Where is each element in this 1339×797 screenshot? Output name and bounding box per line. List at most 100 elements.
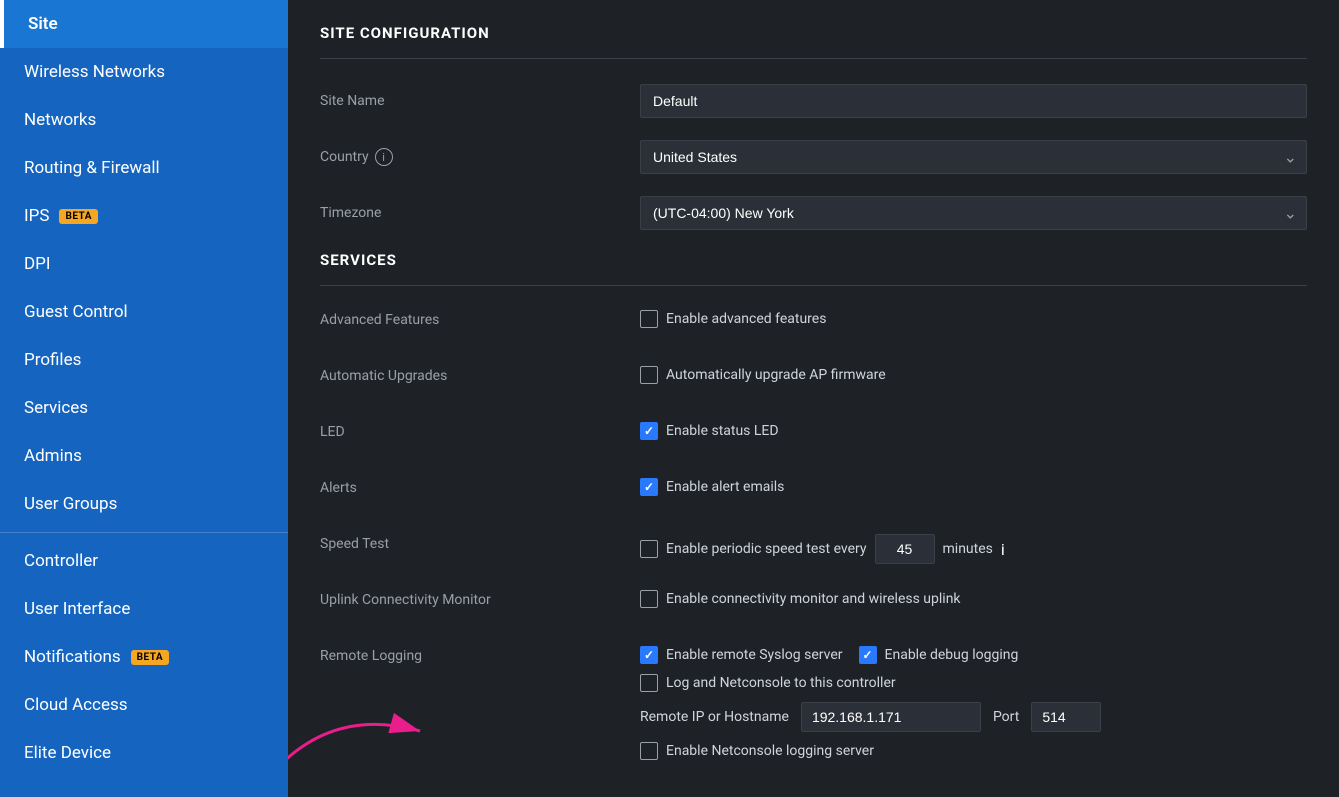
speed-test-info-icon[interactable]: i bbox=[1001, 540, 1005, 559]
sidebar-item-label-dpi: DPI bbox=[24, 254, 51, 274]
led-checkbox-label: Enable status LED bbox=[666, 423, 779, 439]
syslog-checkbox[interactable] bbox=[640, 646, 658, 664]
site-name-control bbox=[640, 84, 1307, 118]
country-control: United States ⌄ bbox=[640, 140, 1307, 174]
service-row-speed-test: Speed Test Enable periodic speed test ev… bbox=[320, 534, 1307, 570]
automatic-upgrades-label: Automatic Upgrades bbox=[320, 366, 640, 384]
timezone-select[interactable]: (UTC-04:00) New York bbox=[640, 196, 1307, 230]
speed-test-controls: Enable periodic speed test every minutes… bbox=[640, 534, 1307, 564]
sidebar-item-services[interactable]: Services bbox=[0, 384, 288, 432]
led-label: LED bbox=[320, 422, 640, 440]
sidebar-item-label-cloud-access: Cloud Access bbox=[24, 695, 128, 715]
enable-netconsole-checkbox-label: Enable Netconsole logging server bbox=[666, 743, 874, 759]
site-name-row: Site Name bbox=[320, 83, 1307, 119]
remote-logging-controls: Enable remote Syslog server Enable debug… bbox=[640, 646, 1307, 760]
site-name-label: Site Name bbox=[320, 93, 640, 109]
sidebar-item-profiles[interactable]: Profiles bbox=[0, 336, 288, 384]
sidebar-item-routing-firewall[interactable]: Routing & Firewall bbox=[0, 144, 288, 192]
alerts-checkbox-label: Enable alert emails bbox=[666, 479, 784, 495]
debug-logging-checkbox[interactable] bbox=[859, 646, 877, 664]
speed-test-checkbox[interactable] bbox=[640, 540, 658, 558]
netconsole-checkbox-row: Log and Netconsole to this controller bbox=[640, 674, 1101, 692]
sidebar-item-label-site: Site bbox=[28, 14, 58, 34]
netconsole-checkbox[interactable] bbox=[640, 674, 658, 692]
speed-test-row: Enable periodic speed test every minutes… bbox=[640, 534, 1005, 564]
remote-ip-row: Remote IP or Hostname Port bbox=[640, 702, 1101, 732]
sidebar-item-label-routing-firewall: Routing & Firewall bbox=[24, 158, 160, 178]
speed-test-minutes-label: minutes bbox=[943, 541, 993, 557]
speed-test-checkbox-label: Enable periodic speed test every bbox=[666, 541, 867, 557]
sidebar-item-networks[interactable]: Networks bbox=[0, 96, 288, 144]
sidebar-item-label-admins: Admins bbox=[24, 446, 82, 466]
remote-logging-row1: Enable remote Syslog server Enable debug… bbox=[640, 646, 1101, 664]
beta-badge-ips: BETA bbox=[59, 209, 98, 224]
sidebar-item-label-user-groups: User Groups bbox=[24, 494, 117, 514]
advanced-features-checkbox[interactable] bbox=[640, 310, 658, 328]
country-info-icon[interactable]: i bbox=[375, 148, 393, 166]
timezone-label: Timezone bbox=[320, 205, 640, 221]
service-row-alerts: Alerts Enable alert emails bbox=[320, 478, 1307, 514]
sidebar-item-label-controller: Controller bbox=[24, 551, 98, 571]
remote-logging-inner: Enable remote Syslog server Enable debug… bbox=[640, 646, 1101, 760]
led-checkbox-row: Enable status LED bbox=[640, 422, 779, 440]
sidebar-item-label-notifications: Notifications bbox=[24, 647, 121, 667]
sidebar-item-admins[interactable]: Admins bbox=[0, 432, 288, 480]
uplink-connectivity-checkbox-row: Enable connectivity monitor and wireless… bbox=[640, 590, 961, 608]
sidebar-item-notifications[interactable]: Notifications BETA bbox=[0, 633, 288, 681]
sidebar-item-label-elite-device: Elite Device bbox=[24, 743, 111, 763]
sidebar-item-label-profiles: Profiles bbox=[24, 350, 81, 370]
sidebar-item-ips[interactable]: IPS BETA bbox=[0, 192, 288, 240]
service-row-uplink-connectivity: Uplink Connectivity Monitor Enable conne… bbox=[320, 590, 1307, 626]
country-row: Country i United States ⌄ bbox=[320, 139, 1307, 175]
sidebar-item-site[interactable]: Site bbox=[0, 0, 288, 48]
sidebar-item-user-groups[interactable]: User Groups bbox=[0, 480, 288, 528]
service-row-led: LED Enable status LED bbox=[320, 422, 1307, 458]
country-select-wrapper: United States ⌄ bbox=[640, 140, 1307, 174]
remote-ip-input[interactable] bbox=[801, 702, 981, 732]
country-select[interactable]: United States bbox=[640, 140, 1307, 174]
sidebar-item-wireless-networks[interactable]: Wireless Networks bbox=[0, 48, 288, 96]
sidebar-item-elite-device[interactable]: Elite Device bbox=[0, 729, 288, 777]
alerts-checkbox-row: Enable alert emails bbox=[640, 478, 784, 496]
services-title: SERVICES bbox=[320, 251, 1307, 269]
timezone-control: (UTC-04:00) New York ⌄ bbox=[640, 196, 1307, 230]
syslog-checkbox-row: Enable remote Syslog server bbox=[640, 646, 843, 664]
led-controls: Enable status LED bbox=[640, 422, 1307, 440]
uplink-connectivity-checkbox[interactable] bbox=[640, 590, 658, 608]
advanced-features-checkbox-label: Enable advanced features bbox=[666, 311, 826, 327]
advanced-features-checkbox-row: Enable advanced features bbox=[640, 310, 826, 328]
enable-netconsole-checkbox[interactable] bbox=[640, 742, 658, 760]
automatic-upgrades-checkbox[interactable] bbox=[640, 366, 658, 384]
sidebar-item-guest-control[interactable]: Guest Control bbox=[0, 288, 288, 336]
timezone-select-wrapper: (UTC-04:00) New York ⌄ bbox=[640, 196, 1307, 230]
uplink-connectivity-checkbox-label: Enable connectivity monitor and wireless… bbox=[666, 591, 961, 607]
alerts-checkbox[interactable] bbox=[640, 478, 658, 496]
timezone-row: Timezone (UTC-04:00) New York ⌄ bbox=[320, 195, 1307, 231]
alerts-label: Alerts bbox=[320, 478, 640, 496]
netconsole-checkbox-label: Log and Netconsole to this controller bbox=[666, 675, 896, 691]
sidebar-item-label-services: Services bbox=[24, 398, 88, 418]
sidebar-item-cloud-access[interactable]: Cloud Access bbox=[0, 681, 288, 729]
service-row-automatic-upgrades: Automatic Upgrades Automatically upgrade… bbox=[320, 366, 1307, 402]
alerts-controls: Enable alert emails bbox=[640, 478, 1307, 496]
uplink-connectivity-label: Uplink Connectivity Monitor bbox=[320, 590, 640, 608]
syslog-checkbox-label: Enable remote Syslog server bbox=[666, 647, 843, 663]
debug-logging-checkbox-label: Enable debug logging bbox=[885, 647, 1019, 663]
port-input[interactable] bbox=[1031, 702, 1101, 732]
sidebar-item-controller[interactable]: Controller bbox=[0, 537, 288, 585]
port-label: Port bbox=[993, 709, 1019, 725]
beta-badge-notifications: BETA bbox=[131, 650, 170, 665]
sidebar-item-dpi[interactable]: DPI bbox=[0, 240, 288, 288]
sidebar-item-label-ips: IPS bbox=[24, 206, 49, 226]
site-name-input[interactable] bbox=[640, 84, 1307, 118]
speed-test-interval-input[interactable] bbox=[875, 534, 935, 564]
speed-test-label: Speed Test bbox=[320, 534, 640, 552]
country-label: Country i bbox=[320, 148, 640, 166]
main-content: SITE CONFIGURATION Site Name Country i U… bbox=[288, 0, 1339, 797]
automatic-upgrades-controls: Automatically upgrade AP firmware bbox=[640, 366, 1307, 384]
led-checkbox[interactable] bbox=[640, 422, 658, 440]
automatic-upgrades-checkbox-row: Automatically upgrade AP firmware bbox=[640, 366, 886, 384]
sidebar-item-user-interface[interactable]: User Interface bbox=[0, 585, 288, 633]
sidebar-item-label-guest-control: Guest Control bbox=[24, 302, 128, 322]
services-section: SERVICES Advanced Features Enable advanc… bbox=[320, 251, 1307, 760]
